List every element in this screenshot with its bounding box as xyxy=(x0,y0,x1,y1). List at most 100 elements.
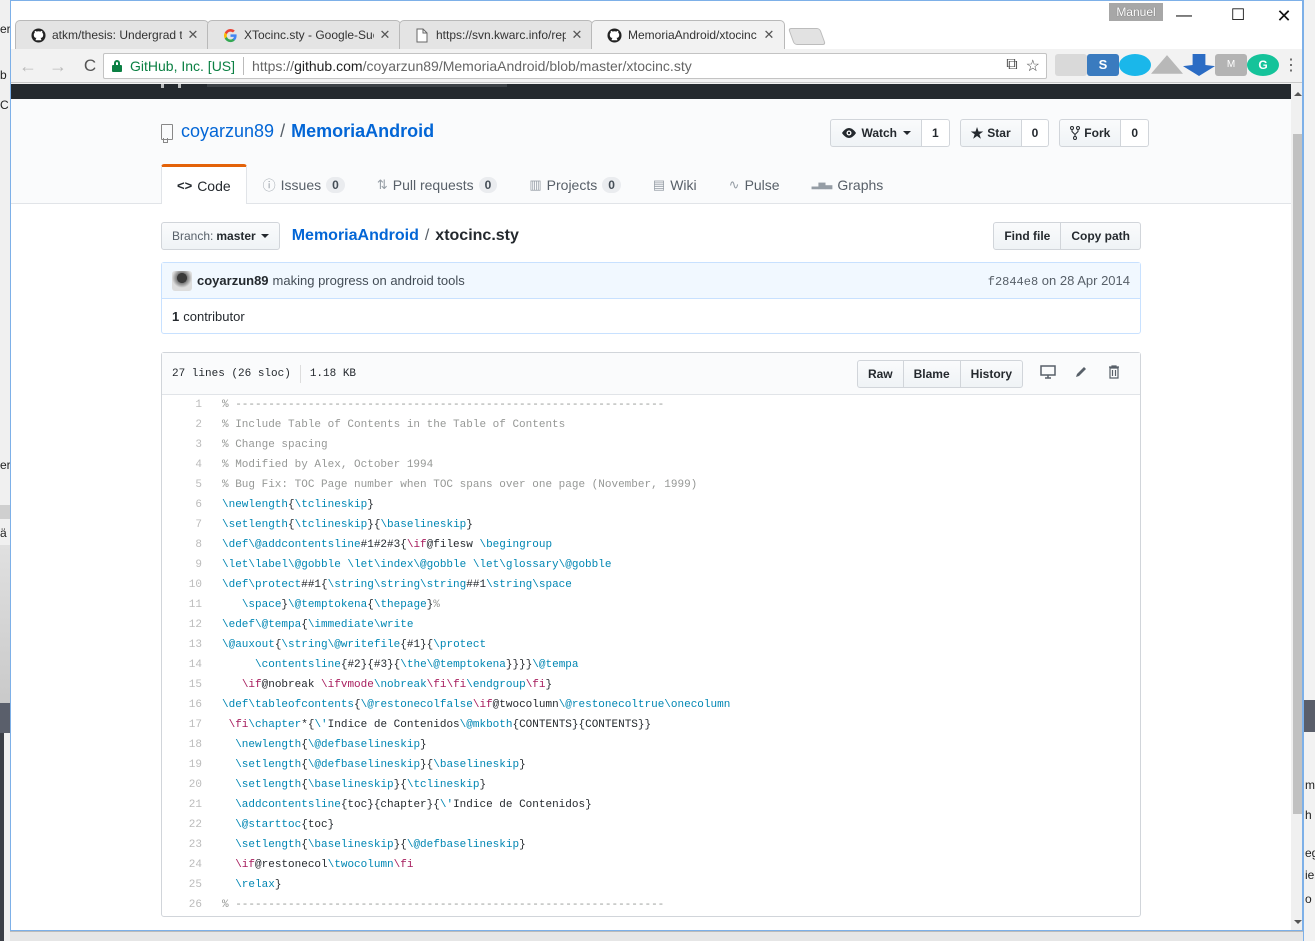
s-extension-icon[interactable]: S xyxy=(1087,54,1119,76)
watch-button[interactable]: Watch xyxy=(830,119,923,147)
star-button[interactable]: ★ Star xyxy=(959,119,1022,147)
line-number[interactable]: 8 xyxy=(162,535,212,555)
tab-pulse[interactable]: ∿ Pulse xyxy=(713,164,796,204)
bookmark-star-icon[interactable]: ☆ xyxy=(1026,56,1040,76)
tab-pull-requests[interactable]: ⇅ Pull requests 0 xyxy=(361,164,514,204)
commit-author-link[interactable]: coyarzun89 xyxy=(197,273,269,288)
repo-owner-link[interactable]: coyarzun89 xyxy=(181,121,274,142)
fork-count[interactable]: 0 xyxy=(1121,119,1149,147)
chrome-menu-icon[interactable]: ⋮ xyxy=(1279,54,1302,76)
scroll-down-arrow-icon[interactable] xyxy=(1294,920,1302,924)
line-content: % Bug Fix: TOC Page number when TOC span… xyxy=(222,479,698,491)
github-icon xyxy=(606,27,622,43)
raw-button[interactable]: Raw xyxy=(856,359,904,388)
pdf-extension-icon[interactable] xyxy=(1055,54,1087,76)
line-number[interactable]: 26 xyxy=(162,895,212,915)
repo-name-link[interactable]: MemoriaAndroid xyxy=(291,121,434,142)
line-number[interactable]: 24 xyxy=(162,855,212,875)
scroll-up-arrow-icon[interactable] xyxy=(1294,92,1302,96)
branch-selector[interactable]: Branch: master xyxy=(161,222,280,250)
line-number[interactable]: 2 xyxy=(162,415,212,435)
download-extension-icon[interactable] xyxy=(1183,54,1215,76)
commit-sha-link[interactable]: f2844e8 xyxy=(988,275,1038,289)
tab-code[interactable]: <> Code xyxy=(161,164,247,204)
line-number[interactable]: 10 xyxy=(162,575,212,595)
reload-button[interactable]: C xyxy=(77,53,103,79)
line-number[interactable]: 4 xyxy=(162,455,212,475)
line-number[interactable]: 11 xyxy=(162,595,212,615)
line-number[interactable]: 14 xyxy=(162,655,212,675)
drive-extension-icon[interactable] xyxy=(1151,54,1183,76)
line-number[interactable]: 19 xyxy=(162,755,212,775)
star-count[interactable]: 0 xyxy=(1021,119,1050,147)
commit-message-link[interactable]: making progress on android tools xyxy=(273,273,465,288)
translate-icon[interactable]: ⧉ xyxy=(1006,56,1017,76)
back-button[interactable]: ← xyxy=(15,53,41,79)
github-search-input[interactable] xyxy=(207,84,507,87)
line-content: \@starttoc{toc} xyxy=(235,819,335,831)
close-window-button[interactable]: ✕ xyxy=(1261,5,1302,27)
breadcrumb-repo-link[interactable]: MemoriaAndroid xyxy=(292,227,419,245)
pencil-icon[interactable] xyxy=(1064,365,1097,383)
address-bar[interactable]: GitHub, Inc. [US] https://github.com/coy… xyxy=(103,53,1047,79)
url-text[interactable]: https://github.com/coyarzun89/MemoriaAnd… xyxy=(252,58,692,74)
line-number[interactable]: 25 xyxy=(162,875,212,895)
new-tab-button[interactable] xyxy=(787,28,827,45)
tab-issues[interactable]: ⓘ Issues 0 xyxy=(247,164,361,204)
browser-tab-active[interactable]: MemoriaAndroid/xtocinc ✕ xyxy=(591,20,785,49)
line-number[interactable]: 22 xyxy=(162,815,212,835)
watch-count[interactable]: 1 xyxy=(922,119,950,147)
tab-graphs[interactable]: ▂▅▃ Graphs xyxy=(796,164,900,204)
line-number[interactable]: 16 xyxy=(162,695,212,715)
tab-close-icon[interactable]: ✕ xyxy=(378,27,392,43)
line-number[interactable]: 17 xyxy=(162,715,212,735)
line-number[interactable]: 9 xyxy=(162,555,212,575)
grammarly-extension-icon[interactable]: G xyxy=(1247,54,1279,76)
tab-wiki[interactable]: ▤ Wiki xyxy=(637,164,713,204)
page-scrollbar[interactable] xyxy=(1291,84,1302,930)
background-text: m xyxy=(1305,778,1315,792)
m-extension-icon[interactable]: M xyxy=(1215,54,1247,76)
ev-certificate-label[interactable]: GitHub, Inc. [US] xyxy=(130,58,235,74)
maximize-button[interactable]: ☐ xyxy=(1215,5,1261,27)
browser-tab[interactable]: XTocinc.sty - Google-Suc ✕ xyxy=(207,20,401,49)
line-number[interactable]: 5 xyxy=(162,475,212,495)
minimize-button[interactable]: — xyxy=(1161,5,1207,27)
line-number[interactable]: 6 xyxy=(162,495,212,515)
line-number[interactable]: 21 xyxy=(162,795,212,815)
line-number[interactable]: 23 xyxy=(162,835,212,855)
browser-window: Manuel — ☐ ✕ atkm/thesis: Undergrad t ✕ … xyxy=(10,0,1303,931)
find-file-button[interactable]: Find file xyxy=(993,222,1062,250)
line-number[interactable]: 15 xyxy=(162,675,212,695)
avatar[interactable] xyxy=(172,270,192,291)
code-line: 7 \setlength{\tclineskip}{\baselineskip} xyxy=(162,515,1140,535)
tab-close-icon[interactable]: ✕ xyxy=(762,27,776,43)
line-content: \def\tableofcontents{\@restonecolfalse\i… xyxy=(222,699,731,711)
scrollbar-thumb[interactable] xyxy=(1293,134,1302,814)
copy-path-button[interactable]: Copy path xyxy=(1061,222,1141,250)
line-number[interactable]: 1 xyxy=(162,395,212,415)
line-number[interactable]: 20 xyxy=(162,775,212,795)
line-number[interactable]: 18 xyxy=(162,735,212,755)
line-number[interactable]: 7 xyxy=(162,515,212,535)
tab-close-icon[interactable]: ✕ xyxy=(186,27,200,43)
blame-button[interactable]: Blame xyxy=(902,359,961,388)
line-number[interactable]: 3 xyxy=(162,435,212,455)
browser-tab[interactable]: atkm/thesis: Undergrad t ✕ xyxy=(15,20,209,49)
fork-button[interactable]: Fork xyxy=(1059,119,1122,147)
line-number[interactable]: 13 xyxy=(162,635,212,655)
tab-projects[interactable]: ▥ Projects 0 xyxy=(513,164,637,204)
title-bar: Manuel — ☐ ✕ atkm/thesis: Undergrad t ✕ … xyxy=(11,1,1302,49)
contributors[interactable]: 1 contributor xyxy=(162,299,1140,333)
profile-button[interactable]: Manuel xyxy=(1109,3,1163,21)
extensions-bar: S M G ⋮ xyxy=(1055,54,1302,76)
trash-icon[interactable] xyxy=(1097,364,1130,383)
forward-button[interactable]: → xyxy=(45,53,71,79)
line-number[interactable]: 12 xyxy=(162,615,212,635)
share-extension-icon[interactable] xyxy=(1119,54,1151,76)
desktop-icon[interactable] xyxy=(1031,364,1064,383)
line-content: \def\protect##1{\string\string\string##1… xyxy=(222,579,572,591)
browser-tab[interactable]: https://svn.kwarc.info/rep ✕ xyxy=(399,20,593,49)
history-button[interactable]: History xyxy=(959,359,1023,388)
tab-close-icon[interactable]: ✕ xyxy=(570,27,584,43)
